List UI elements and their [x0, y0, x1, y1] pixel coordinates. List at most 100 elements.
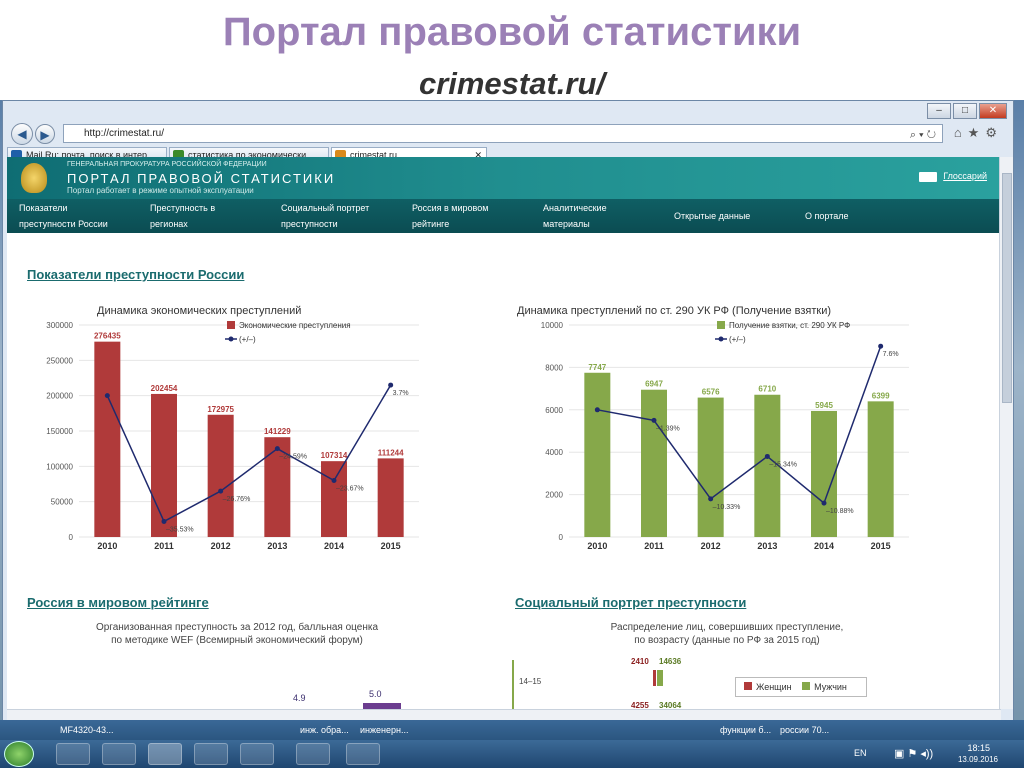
x-tick-label: 2013 — [267, 541, 287, 551]
line-value-label: 7.6% — [883, 351, 899, 358]
x-tick-label: 2014 — [814, 541, 834, 551]
world-desc-line: по методике WEF (Всемирный экономический… — [111, 635, 363, 646]
lang-indicator[interactable]: EN — [854, 748, 867, 758]
maximize-button[interactable]: □ — [953, 103, 977, 119]
bar-value-label: 107314 — [321, 451, 348, 460]
window-list-item[interactable]: функции б... — [720, 722, 771, 738]
bar — [641, 389, 667, 537]
bar — [207, 414, 234, 537]
vertical-scrollbar[interactable] — [999, 157, 1013, 709]
y-tick-label: 8000 — [545, 363, 563, 372]
social-desc-line: по возрасту (данные по РФ за 2015 год) — [634, 635, 820, 646]
address-text: http://crimestat.ru/ — [84, 128, 165, 139]
section-social-link[interactable]: Социальный портрет преступности — [515, 595, 746, 610]
menu-line: Социальный портрет — [281, 203, 370, 213]
world-value-b: 5.0 — [369, 689, 382, 699]
line-point — [218, 488, 224, 494]
taskbar-app-icon[interactable] — [240, 743, 274, 765]
y-tick-label: 50000 — [51, 498, 74, 507]
address-bar[interactable]: http://crimestat.ru/ ⌕ ▾ ↻ — [63, 124, 943, 143]
bar-value-label: 141229 — [264, 427, 291, 436]
line-point — [104, 393, 110, 399]
window-controls: – □ ✕ — [927, 103, 1007, 119]
line-point — [274, 446, 280, 452]
bar-value-label: 276435 — [94, 332, 121, 341]
portal-header: ГЕНЕРАЛЬНАЯ ПРОКУРАТУРА РОССИЙСКОЙ ФЕДЕР… — [7, 157, 999, 199]
line-point — [388, 382, 394, 388]
y-tick-label: 150000 — [46, 427, 73, 436]
social-legend: Женщин Мужчин — [735, 677, 867, 697]
menu-item-analytics[interactable]: Аналитические материалы — [531, 199, 662, 233]
menu-line: Аналитические — [543, 203, 607, 213]
menu-item-regions[interactable]: Преступность в регионах — [138, 199, 269, 233]
search-icon[interactable]: ⌕ ▾ ↻ — [910, 127, 936, 144]
legend-swatch — [717, 321, 725, 329]
section-world-link[interactable]: Россия в мировом рейтинге — [27, 595, 209, 610]
bar-value-label: 5945 — [815, 401, 833, 410]
bar — [584, 372, 611, 537]
bar-men — [657, 670, 663, 686]
toolbar-icons[interactable]: ⌂★⚙ — [954, 125, 1003, 141]
forward-arrow-icon[interactable]: ▶ — [35, 124, 55, 144]
menu-line: Преступность в — [150, 203, 216, 213]
ie-icon[interactable] — [148, 743, 182, 765]
glossary-label: Глоссарий — [943, 171, 987, 181]
scroll-thumb[interactable] — [1002, 173, 1012, 403]
menu-item-indicators[interactable]: Показатели преступности России — [7, 199, 138, 233]
chart-bribery: 0 2000 4000 6000 8000 10000 7747 2010 6947 2011 65… — [541, 321, 909, 551]
taskbar-app-icon[interactable] — [56, 743, 90, 765]
world-desc-line: Организованная преступность за 2012 год,… — [95, 622, 379, 633]
glossary-link[interactable]: Глоссарий — [919, 171, 987, 182]
line-point — [331, 477, 337, 483]
value-men-1: 14636 — [659, 657, 682, 666]
legend-marker — [718, 336, 724, 342]
menu-line: Показатели — [19, 203, 68, 213]
social-axis — [512, 660, 514, 709]
line-point — [821, 500, 827, 506]
y-tick-label: 300000 — [46, 321, 73, 330]
minimize-button[interactable]: – — [927, 103, 951, 119]
series-line — [597, 345, 882, 505]
portal-name: ПОРТАЛ ПРАВОВОЙ СТАТИСТИКИ — [67, 171, 336, 186]
bar-value-label: 202454 — [151, 384, 178, 393]
window-list-item[interactable]: MF4320-43... — [60, 722, 114, 738]
window-list-item[interactable]: инж. обра... — [300, 722, 349, 738]
window-list-item[interactable]: россии 70... — [780, 722, 829, 738]
y-tick-label: 0 — [559, 533, 564, 542]
taskbar-app-icon[interactable] — [194, 743, 228, 765]
clock-time[interactable]: 18:15 — [967, 743, 990, 753]
bar — [697, 397, 724, 537]
menu-item-open-data[interactable]: Открытые данные — [662, 199, 793, 233]
tray-icons[interactable]: ▣ ⚑ ◂)) — [894, 747, 933, 760]
browser-window: – □ ✕ ◀ ▶ http://crimestat.ru/ ⌕ ▾ ↻ ⌂★⚙… — [2, 100, 1014, 722]
x-tick-label: 2010 — [587, 541, 607, 551]
y-tick-label: 6000 — [545, 406, 563, 415]
legend-marker — [228, 336, 234, 342]
menu-line: Открытые данные — [674, 211, 751, 221]
window-list-item[interactable]: инженерн... — [360, 722, 408, 738]
menu-item-social[interactable]: Социальный портрет преступности — [269, 199, 400, 233]
back-arrow-icon[interactable]: ◀ — [11, 123, 33, 145]
legend-label: (+/–) — [239, 335, 256, 344]
close-button[interactable]: ✕ — [979, 103, 1007, 119]
x-tick-label: 2015 — [381, 541, 401, 551]
world-value-a: 4.9 — [293, 693, 306, 703]
line-point — [161, 518, 167, 524]
page-content: ГЕНЕРАЛЬНАЯ ПРОКУРАТУРА РОССИЙСКОЙ ФЕДЕР… — [7, 157, 999, 709]
legend-label: Получение взятки, ст. 290 УК РФ — [729, 321, 850, 330]
menu-line: О портале — [805, 211, 849, 221]
line-point — [651, 417, 657, 423]
clock-date[interactable]: 13.09.2016 — [958, 755, 998, 764]
menu-item-world[interactable]: Россия в мировом рейтинге — [400, 199, 531, 233]
section-indicators-link[interactable]: Показатели преступности России — [27, 267, 244, 282]
menu-item-about[interactable]: О портале — [793, 199, 924, 233]
taskbar-app-icon[interactable] — [346, 743, 380, 765]
bar — [151, 393, 177, 537]
y-tick-label: 100000 — [46, 462, 73, 471]
y-tick-label: 0 — [69, 533, 74, 542]
start-button-icon[interactable] — [4, 741, 34, 767]
world-desc: Организованная преступность за 2012 год,… — [37, 621, 437, 647]
social-desc: Распределение лиц, совершивших преступле… — [527, 621, 927, 647]
excel-icon[interactable] — [296, 743, 330, 765]
taskbar-app-icon[interactable] — [102, 743, 136, 765]
